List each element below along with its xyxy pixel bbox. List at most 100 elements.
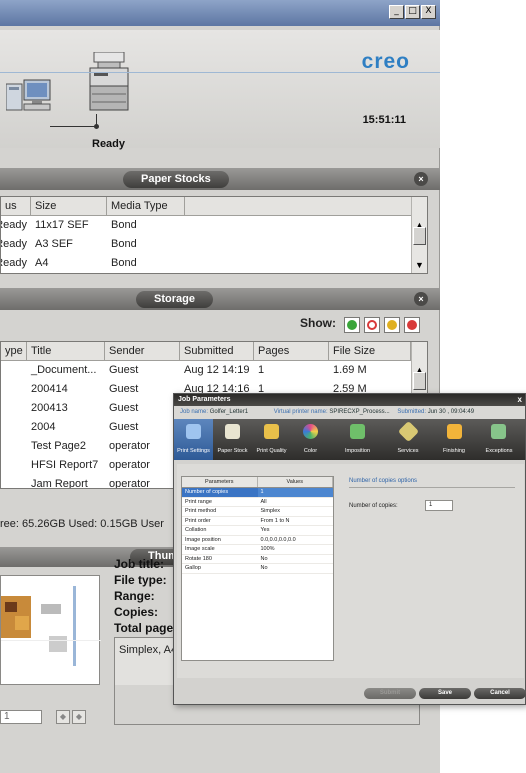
print-settings-icon bbox=[186, 424, 201, 439]
param-row[interactable]: Collation Yes bbox=[182, 526, 333, 536]
col-pages[interactable]: Pages bbox=[254, 342, 329, 360]
table-row[interactable]: Ready A3 SEF Bond bbox=[1, 235, 427, 254]
clock: 15:51:11 bbox=[362, 114, 406, 126]
maximize-button[interactable]: □ bbox=[405, 5, 420, 19]
submitted-value: Jun 30 , 09:04:49 bbox=[427, 409, 475, 415]
table-row[interactable]: Ready 11x17 SEF Bond bbox=[1, 216, 427, 235]
parameters-panel: Parameters Values Number of copies 1 Prin… bbox=[177, 464, 524, 678]
dialog-footer: Submit Save Cancel bbox=[174, 682, 526, 704]
col-parameters: Parameters bbox=[182, 477, 258, 487]
filter-failed-icon[interactable] bbox=[364, 317, 380, 333]
submit-button[interactable]: Submit bbox=[364, 688, 416, 699]
services-icon bbox=[397, 420, 420, 443]
page-number-field[interactable]: 1 bbox=[0, 710, 42, 724]
job-summary-text: Simplex, A4 bbox=[119, 644, 178, 656]
col-file-size[interactable]: File Size bbox=[329, 342, 411, 360]
dialog-close-icon[interactable]: x bbox=[518, 395, 522, 404]
tab-imposition[interactable]: Imposition bbox=[330, 419, 385, 460]
paper-stocks-title: Paper Stocks bbox=[123, 171, 229, 188]
col-title[interactable]: Title bbox=[27, 342, 105, 360]
tab-paper-stock[interactable]: Paper Stock bbox=[213, 419, 252, 460]
title-bar: _ □ X bbox=[0, 0, 440, 26]
table-row[interactable]: Ready A4 Bond bbox=[1, 254, 427, 273]
param-row[interactable]: Print method Simplex bbox=[182, 507, 333, 517]
storage-close-icon[interactable]: × bbox=[414, 292, 428, 306]
col-values: Values bbox=[258, 477, 333, 487]
job-name-value: Golfer_Letter1 bbox=[209, 409, 249, 415]
paper-stocks-scrollbar[interactable]: ▲ ▼ bbox=[411, 197, 427, 273]
storage-bar: Storage × bbox=[0, 288, 440, 310]
virtual-printer-label: Virtual printer name: bbox=[273, 409, 328, 415]
param-row[interactable]: Print order From 1 to N bbox=[182, 517, 333, 526]
printer-icon[interactable] bbox=[88, 52, 132, 112]
tab-services[interactable]: Services bbox=[385, 419, 431, 460]
next-page-icon[interactable]: ◆ bbox=[72, 710, 86, 724]
tab-color[interactable]: Color bbox=[291, 419, 330, 460]
minimize-button[interactable]: _ bbox=[389, 5, 404, 19]
preview-image bbox=[1, 586, 101, 666]
job-title-label: Job title: bbox=[114, 557, 164, 571]
param-row[interactable]: Image scale 100% bbox=[182, 545, 333, 555]
copies-label: Copies: bbox=[114, 605, 159, 619]
save-button[interactable]: Save bbox=[419, 688, 471, 699]
range-label: Range: bbox=[114, 589, 155, 603]
job-parameters-dialog: Job Parameters x Job name: Golfer_Letter… bbox=[173, 393, 526, 705]
copies-label: Number of copies: bbox=[349, 503, 398, 509]
total-pages-label: Total pages bbox=[114, 621, 180, 635]
close-button[interactable]: X bbox=[421, 5, 436, 19]
header: creo 15:51:11 Ready bbox=[0, 30, 440, 150]
parameters-table: Parameters Values Number of copies 1 Prin… bbox=[181, 476, 334, 661]
options-title: Number of copies options bbox=[349, 478, 418, 484]
col-sender[interactable]: Sender bbox=[105, 342, 180, 360]
tab-finishing[interactable]: Finishing bbox=[431, 419, 477, 460]
col-submitted[interactable]: Submitted bbox=[180, 342, 254, 360]
paper-stocks-close-icon[interactable]: × bbox=[414, 172, 428, 186]
copies-input[interactable]: 1 bbox=[425, 500, 453, 511]
table-row[interactable]: _Document... Guest Aug 12 14:19 1 1.69 M bbox=[1, 361, 427, 380]
param-row[interactable]: Print range All bbox=[182, 498, 333, 507]
col-size[interactable]: Size bbox=[31, 197, 107, 215]
creo-logo: creo bbox=[361, 50, 410, 73]
virtual-printer-value: SPIRECXP_Process... bbox=[329, 409, 390, 415]
storage-title: Storage bbox=[136, 291, 213, 308]
job-info-strip: Job name: Golfer_Letter1 Virtual printer… bbox=[174, 406, 525, 419]
job-name-label: Job name: bbox=[180, 409, 209, 415]
paper-stock-icon bbox=[225, 424, 240, 439]
exceptions-icon bbox=[491, 424, 506, 439]
param-row[interactable]: Rotate 180 No bbox=[182, 555, 333, 564]
network-line bbox=[50, 126, 96, 127]
dialog-title-text: Job Parameters bbox=[178, 396, 231, 403]
param-row[interactable]: Number of copies 1 bbox=[182, 488, 333, 498]
paper-stocks-bar: Paper Stocks × bbox=[0, 168, 440, 190]
page-preview bbox=[0, 575, 101, 685]
param-row[interactable]: Gallop No bbox=[182, 564, 333, 574]
col-status[interactable]: us bbox=[1, 197, 31, 215]
cancel-button[interactable]: Cancel bbox=[474, 688, 526, 699]
color-icon bbox=[303, 424, 318, 439]
filter-held-icon[interactable] bbox=[384, 317, 400, 333]
col-media-type[interactable]: Media Type bbox=[107, 197, 185, 215]
parameter-tabs: Print Settings Paper Stock Print Quality… bbox=[174, 419, 525, 460]
printer-status: Ready bbox=[92, 138, 126, 150]
logo-divider bbox=[0, 72, 440, 73]
print-quality-icon bbox=[264, 424, 279, 439]
tab-print-quality[interactable]: Print Quality bbox=[252, 419, 291, 460]
tab-print-settings[interactable]: Print Settings bbox=[174, 419, 213, 460]
show-label: Show: bbox=[300, 316, 336, 330]
file-type-label: File type: bbox=[114, 573, 167, 587]
param-row[interactable]: Image position 0.0,0.0,0.0,0.0 bbox=[182, 536, 333, 545]
dialog-title: Job Parameters x bbox=[174, 394, 525, 406]
filter-deleted-icon[interactable] bbox=[404, 317, 420, 333]
scroll-thumb[interactable] bbox=[413, 372, 426, 390]
finishing-icon bbox=[447, 424, 462, 439]
scroll-down-icon[interactable]: ▼ bbox=[413, 259, 426, 272]
network-node bbox=[94, 124, 99, 129]
prev-page-icon[interactable]: ◆ bbox=[56, 710, 70, 724]
workstation-icon bbox=[6, 79, 51, 111]
imposition-icon bbox=[350, 424, 365, 439]
filter-completed-icon[interactable] bbox=[344, 317, 360, 333]
col-type[interactable]: ype bbox=[1, 342, 27, 360]
options-divider bbox=[349, 487, 515, 488]
tab-exceptions[interactable]: Exceptions bbox=[477, 419, 521, 460]
scroll-thumb[interactable] bbox=[413, 227, 426, 245]
